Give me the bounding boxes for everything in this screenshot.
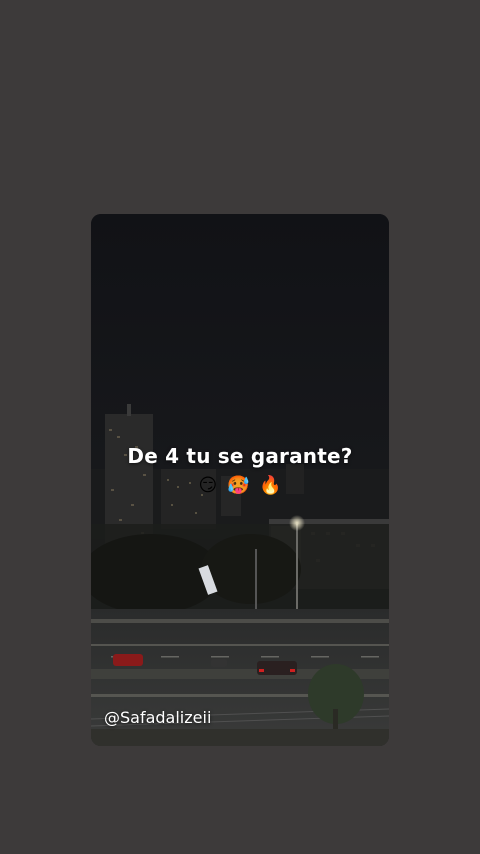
story-caption: De 4 tu se garante? — [127, 444, 353, 468]
username-mention[interactable]: @Safadalizeii — [104, 708, 211, 728]
smirk-emoji-icon: 😏 — [198, 475, 218, 496]
hot-face-emoji-icon: 🥵 — [226, 475, 250, 496]
screen: De 4 tu se garante? 😏 🥵 🔥 @Safadalizeii — [0, 0, 480, 854]
story-card[interactable]: De 4 tu se garante? 😏 🥵 🔥 @Safadalizeii — [91, 214, 389, 746]
emoji-row: 😏 🥵 🔥 — [91, 473, 389, 499]
fire-emoji-icon: 🔥 — [259, 475, 282, 496]
